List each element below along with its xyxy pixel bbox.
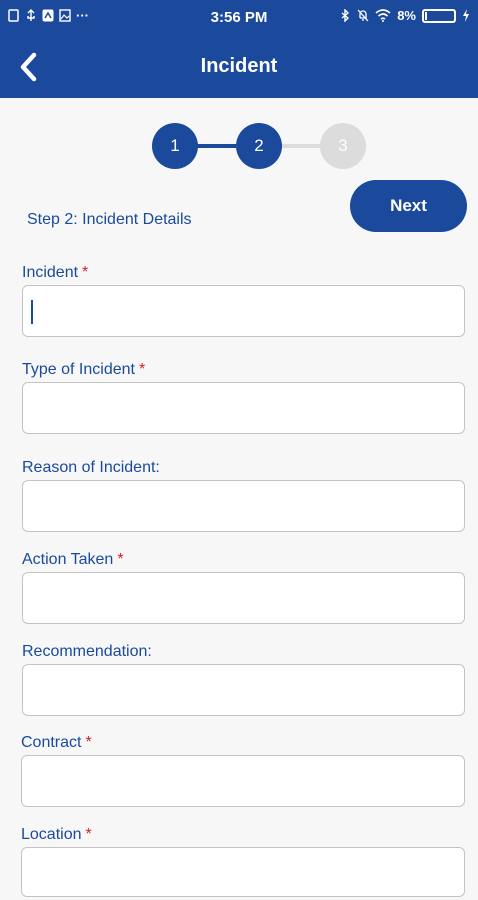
field-label-text: Type of Incident bbox=[22, 361, 135, 378]
battery-icon bbox=[422, 8, 456, 23]
location-input[interactable] bbox=[21, 847, 465, 897]
contract-label: Contract * bbox=[21, 734, 92, 752]
location-label: Location * bbox=[21, 826, 92, 844]
field-label-text: Recommendation: bbox=[22, 643, 152, 660]
battery-percent: 8% bbox=[397, 8, 416, 23]
field-label-text: Contract bbox=[21, 734, 82, 751]
action-taken-label: Action Taken * bbox=[22, 551, 124, 569]
step-connector-1-2 bbox=[196, 144, 236, 148]
wifi-icon bbox=[375, 9, 391, 22]
field-label-text: Action Taken bbox=[22, 551, 114, 568]
type-of-incident-input[interactable] bbox=[22, 382, 465, 434]
required-marker: * bbox=[85, 826, 92, 843]
progress-stepper: 1 2 3 bbox=[152, 123, 366, 169]
page-title: Incident bbox=[200, 55, 278, 77]
field-label-text: Reason of Incident: bbox=[22, 459, 160, 476]
type-of-incident-label: Type of Incident * bbox=[22, 361, 145, 379]
contract-input[interactable] bbox=[21, 755, 465, 807]
step-3: 3 bbox=[320, 123, 366, 169]
step-title: Step 2: Incident Details bbox=[27, 211, 192, 228]
battery-level bbox=[425, 11, 427, 20]
text-cursor bbox=[31, 300, 33, 324]
recommendation-input[interactable] bbox=[22, 664, 465, 716]
action-taken-input[interactable] bbox=[22, 572, 465, 624]
mute-icon bbox=[357, 9, 369, 22]
bluetooth-icon bbox=[341, 9, 350, 22]
required-marker: * bbox=[82, 264, 89, 281]
system-icons: 8% bbox=[339, 8, 470, 23]
step-connector-2-3 bbox=[280, 144, 320, 148]
incident-label: Incident * bbox=[22, 264, 88, 282]
charging-icon bbox=[463, 9, 469, 22]
step-2: 2 bbox=[236, 123, 282, 169]
required-marker: * bbox=[138, 361, 146, 378]
incident-input[interactable] bbox=[22, 285, 465, 337]
app-header: ··· 3:56 PM 8% Incident bbox=[0, 0, 478, 98]
recommendation-label: Recommendation: bbox=[22, 643, 152, 661]
reason-of-incident-input[interactable] bbox=[22, 480, 465, 532]
next-button[interactable]: Next bbox=[350, 180, 467, 232]
field-label-text: Location bbox=[21, 826, 82, 843]
status-bar: ··· 3:56 PM 8% bbox=[0, 0, 478, 34]
field-label-text: Incident bbox=[22, 264, 79, 281]
reason-of-incident-label: Reason of Incident: bbox=[22, 459, 160, 477]
required-marker: * bbox=[117, 551, 124, 568]
required-marker: * bbox=[85, 734, 92, 751]
step-1: 1 bbox=[152, 123, 198, 169]
